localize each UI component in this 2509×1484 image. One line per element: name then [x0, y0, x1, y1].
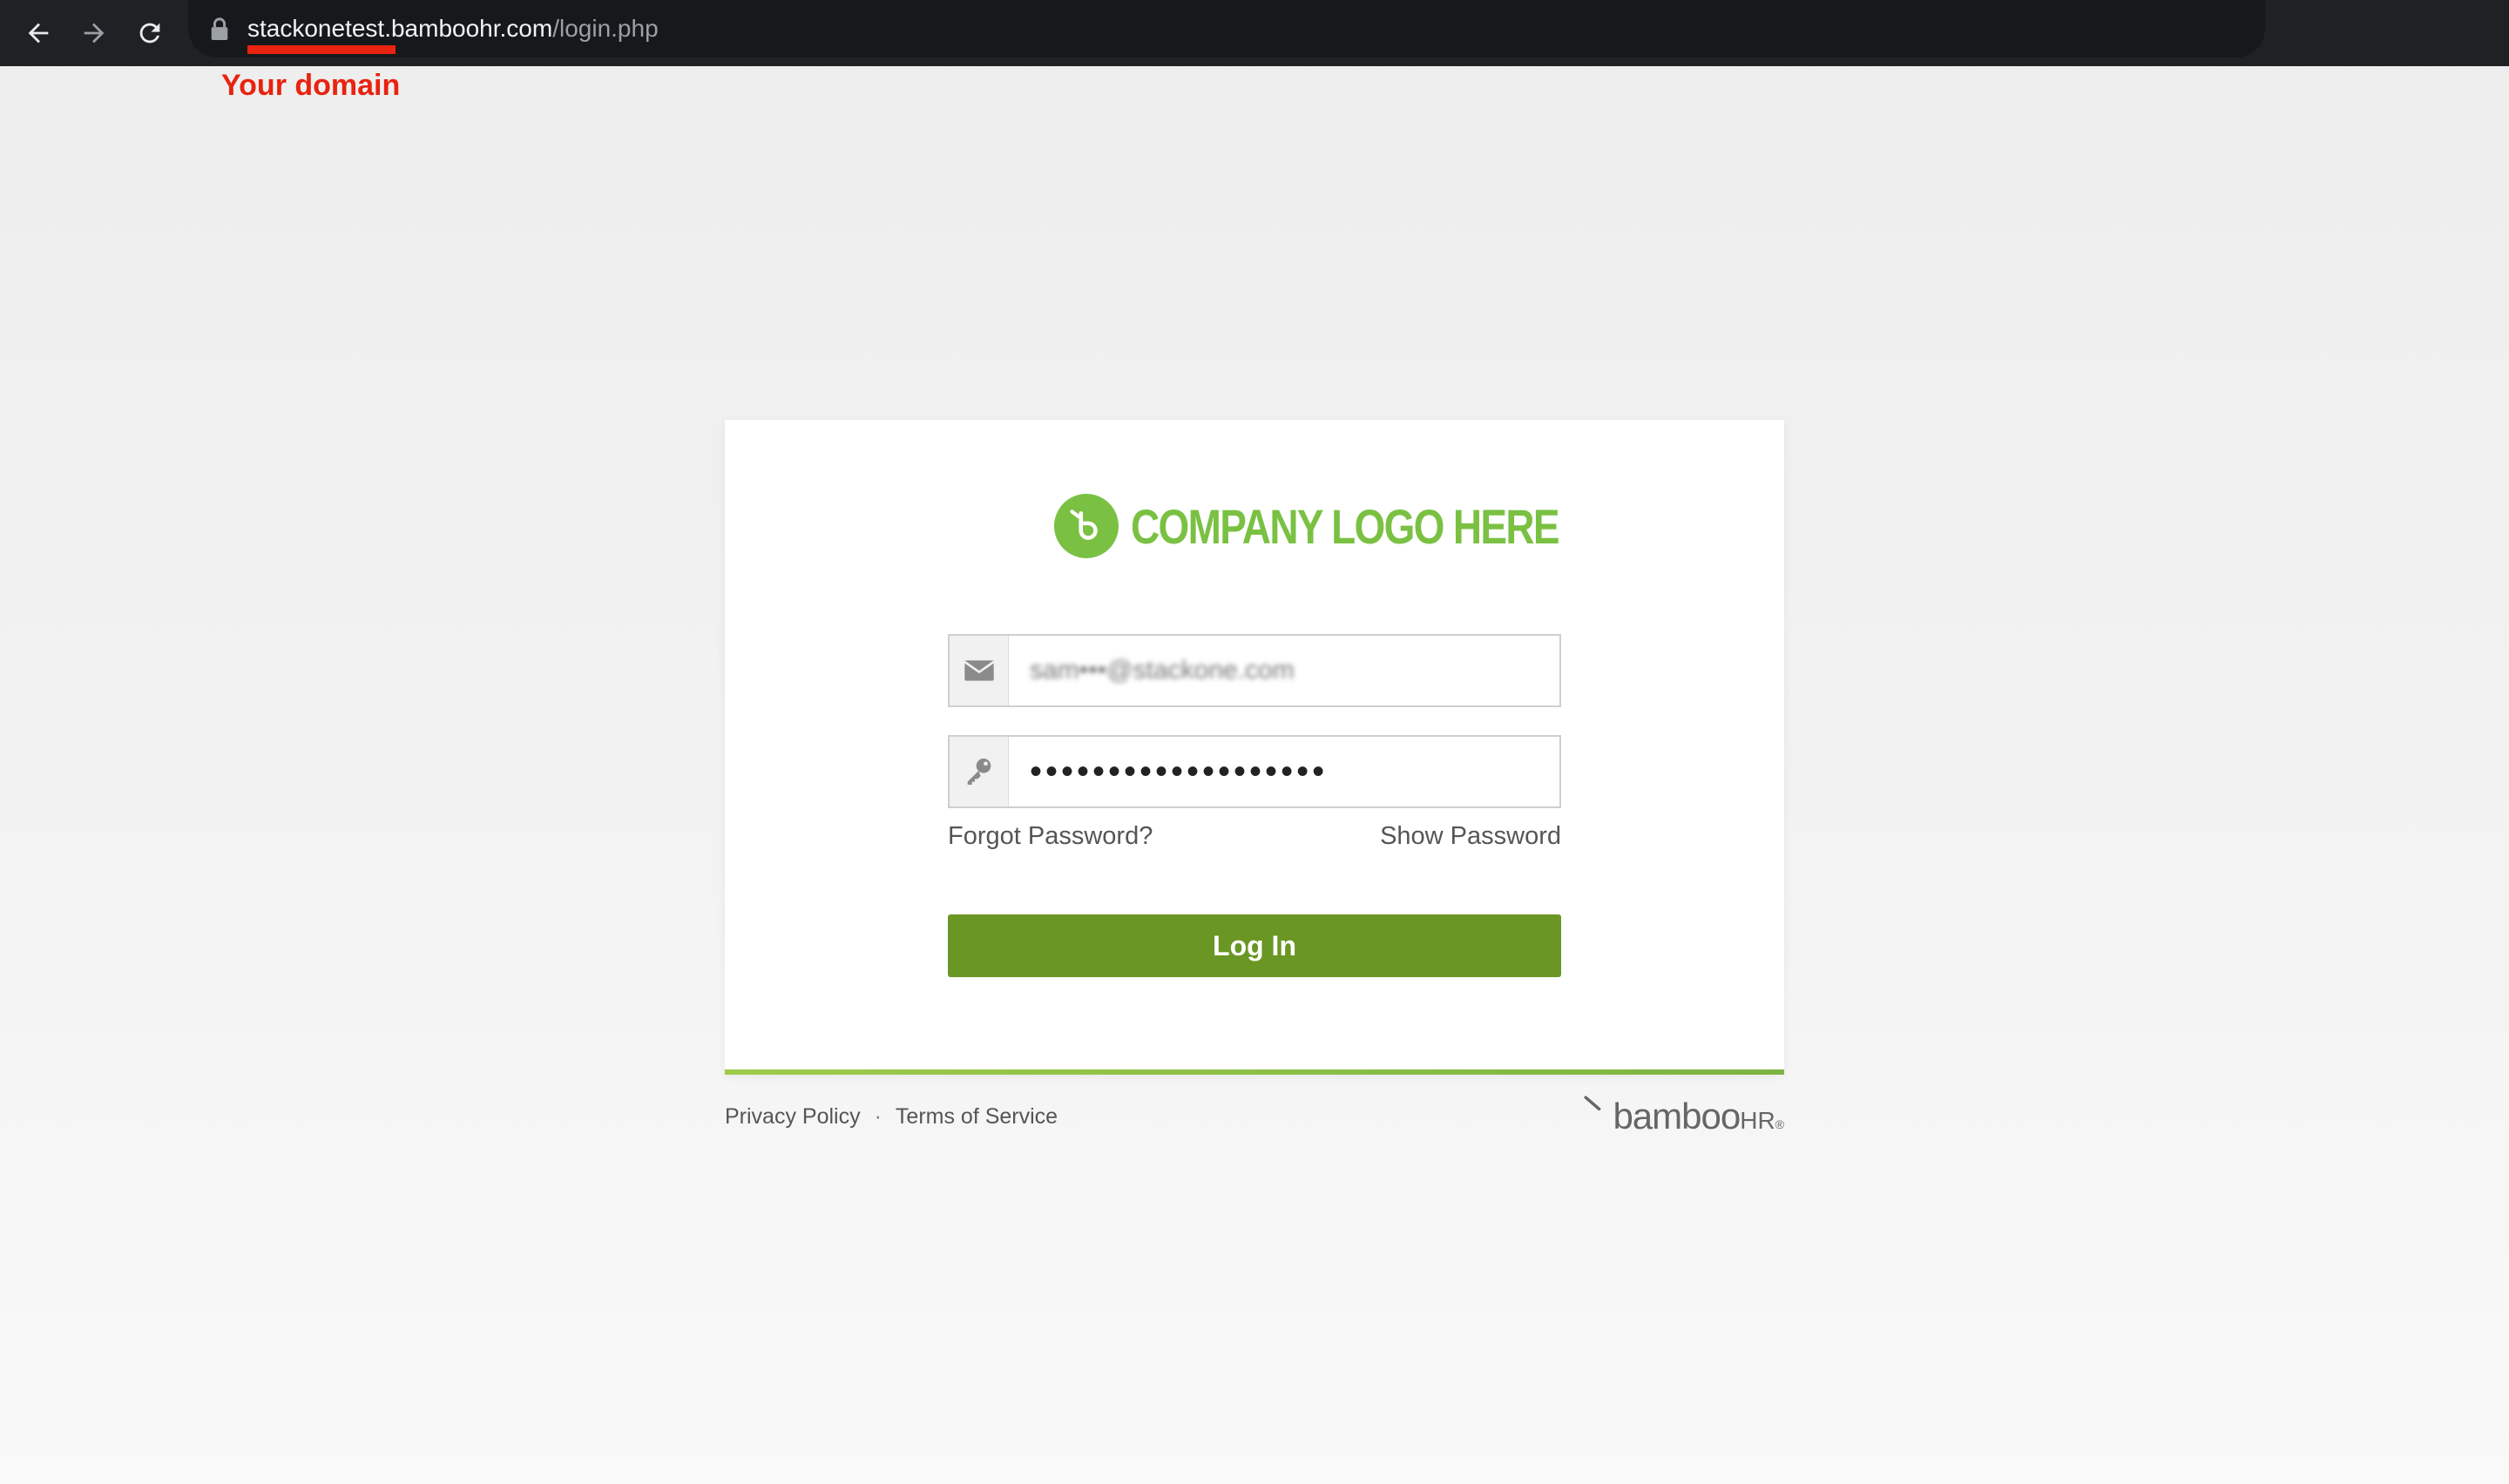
mail-icon	[950, 636, 1009, 705]
lock-icon	[211, 17, 228, 40]
reload-icon	[139, 23, 160, 44]
browser-toolbar: stackonetest.bamboohr.com/login.php	[0, 0, 2509, 66]
bamboohr-brand: bamboo HR ®	[1584, 1096, 1784, 1137]
password-input[interactable]: •••••••••••••••••••	[1009, 737, 1559, 806]
reload-button[interactable]	[125, 9, 174, 57]
brand-name: bamboo	[1613, 1096, 1741, 1137]
login-card: COMPANY LOGO HERE sam•••@stackone.com ••…	[725, 420, 1784, 1075]
show-password-link[interactable]: Show Password	[1380, 822, 1561, 851]
forgot-password-link[interactable]: Forgot Password?	[948, 822, 1153, 851]
footer-links: Privacy Policy · Terms of Service	[725, 1104, 1058, 1130]
back-button[interactable]	[14, 9, 63, 57]
brand-registered: ®	[1775, 1117, 1784, 1131]
key-icon	[950, 737, 1009, 806]
email-input[interactable]: sam•••@stackone.com	[1009, 636, 1559, 705]
forward-button[interactable]	[70, 9, 118, 57]
address-bar[interactable]: stackonetest.bamboohr.com/login.php	[188, 0, 2265, 57]
company-logo: COMPANY LOGO HERE	[1054, 493, 1653, 559]
privacy-policy-link[interactable]: Privacy Policy	[725, 1104, 861, 1130]
bamboo-leaf-icon	[1584, 1096, 1601, 1111]
footer-separator: ·	[874, 1104, 882, 1129]
logo-text: COMPANY LOGO HERE	[1131, 498, 1560, 554]
password-links: Forgot Password? Show Password	[948, 822, 1561, 851]
url-host: stackonetest.bamboohr.com	[247, 15, 553, 42]
domain-underline	[247, 45, 396, 54]
bamboo-logo-icon	[1054, 494, 1119, 558]
url-path: /login.php	[552, 15, 659, 42]
password-field[interactable]: •••••••••••••••••••	[948, 735, 1561, 808]
back-icon	[28, 23, 49, 44]
url-text: stackonetest.bamboohr.com/login.php	[247, 12, 659, 45]
forward-icon	[84, 23, 105, 44]
terms-of-service-link[interactable]: Terms of Service	[896, 1104, 1058, 1130]
brand-hr: HR	[1740, 1107, 1775, 1134]
email-field[interactable]: sam•••@stackone.com	[948, 634, 1561, 707]
domain-annotation: Your domain	[221, 69, 401, 102]
login-button[interactable]: Log In	[948, 914, 1561, 977]
